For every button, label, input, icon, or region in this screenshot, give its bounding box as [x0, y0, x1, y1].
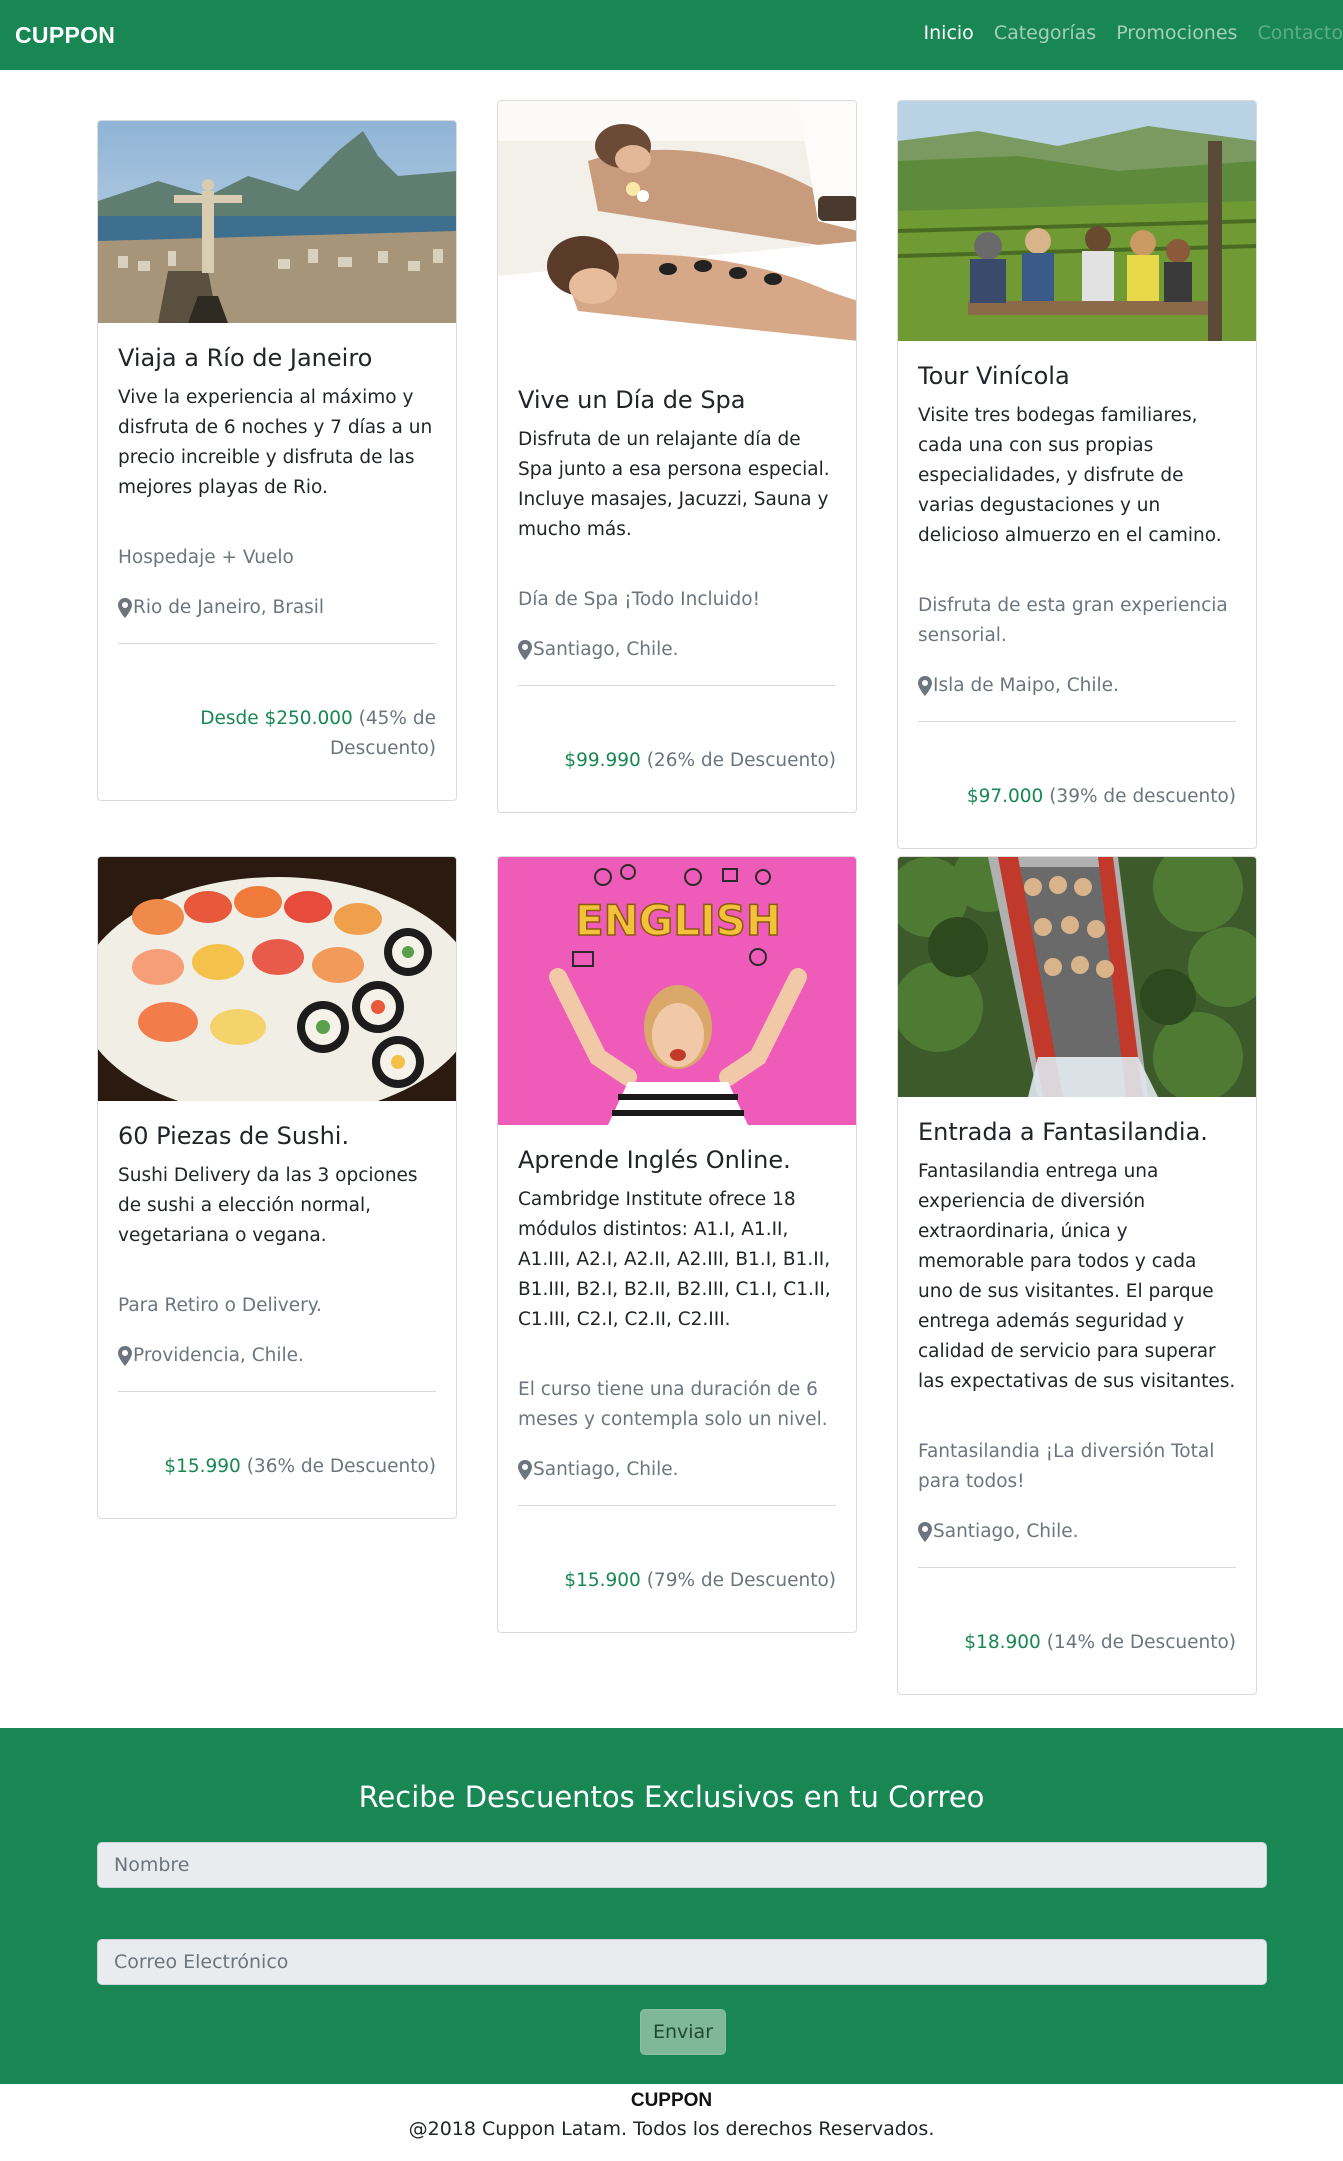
card-price: $18.900 (14% de Descuento) [918, 1568, 1236, 1694]
discount-text: (39% de descuento) [1049, 786, 1236, 807]
card-price: $97.000 (39% de descuento) [918, 722, 1236, 848]
price-value: $18.900 [964, 1632, 1041, 1653]
discount-text: (79% de Descuento) [646, 1570, 836, 1591]
card-subtitle: Día de Spa ¡Todo Incluido! [518, 589, 760, 610]
price-value: Desde $250.000 [200, 708, 353, 729]
card-price: $99.990 (26% de Descuento) [518, 686, 836, 812]
footer-copyright: @2018 Cuppon Latam. Todos los derechos R… [408, 2118, 935, 2140]
price-value: $15.900 [564, 1570, 641, 1591]
card-subtitle: Hospedaje + Vuelo [118, 547, 294, 568]
card-location: Santiago, Chile. [518, 635, 836, 665]
card-body: Vive un Día de Spa Disfruta de un relaja… [498, 365, 856, 812]
discount-text: (36% de Descuento) [246, 1456, 436, 1477]
price-value: $99.990 [564, 750, 641, 771]
card-location-text: Santiago, Chile. [933, 1521, 1079, 1542]
card-subtitle: El curso tiene una duración de 6 meses y… [518, 1379, 828, 1430]
card-description: Cambridge Institute ofrece 18 módulos di… [518, 1189, 831, 1330]
card-description: Fantasilandia entrega una experiencia de… [918, 1161, 1236, 1392]
card-description: Visite tres bodegas familiares, cada una… [918, 405, 1222, 546]
nav-link-inicio[interactable]: Inicio [924, 22, 974, 44]
card-location-text: Providencia, Chile. [133, 1345, 304, 1366]
card-description: Vive la experiencia al máximo y disfruta… [118, 387, 433, 498]
card-location: Rio de Janeiro, Brasil [118, 593, 436, 623]
brand-logo[interactable]: CUPPON [15, 22, 115, 49]
card-location: Santiago, Chile. [518, 1455, 836, 1485]
card-title: Vive un Día de Spa [518, 386, 746, 414]
card-title: Viaja a Río de Janeiro [118, 344, 373, 372]
price-value: $97.000 [966, 786, 1044, 807]
sushi-image [98, 857, 456, 1101]
map-pin-icon [918, 676, 932, 696]
send-button[interactable]: Enviar [640, 2009, 726, 2055]
nav-link-promociones[interactable]: Promociones [1116, 22, 1237, 44]
card-title: 60 Piezas de Sushi. [118, 1122, 350, 1150]
nav-link-categorias[interactable]: Categorías [994, 22, 1096, 44]
map-pin-icon [518, 640, 532, 660]
card-description: Disfruta de un relajante día de Spa junt… [518, 429, 830, 540]
discount-text: (14% de Descuento) [1046, 1632, 1236, 1653]
nav-links: Inicio Categorías Promociones Contacto [904, 22, 1343, 44]
name-input[interactable] [97, 1842, 1267, 1888]
english-image-text: ENGLISH [575, 896, 781, 945]
card-location-text: Santiago, Chile. [533, 639, 679, 660]
newsletter-title: Recibe Descuentos Exclusivos en tu Corre… [358, 1780, 985, 1814]
card-location-text: Isla de Maipo, Chile. [933, 675, 1119, 696]
deal-card-spa: Vive un Día de Spa Disfruta de un relaja… [497, 100, 857, 813]
card-price: $15.900 (79% de Descuento) [518, 1506, 836, 1632]
deal-card-english: ENGLISH Aprende Inglés Online. Cambridge… [497, 856, 857, 1633]
map-pin-icon [518, 1460, 532, 1480]
english-image: ENGLISH [498, 857, 856, 1125]
card-location-text: Rio de Janeiro, Brasil [133, 597, 325, 618]
card-location: Providencia, Chile. [118, 1341, 436, 1371]
newsletter-section: Recibe Descuentos Exclusivos en tu Corre… [0, 1728, 1343, 2084]
card-title: Tour Vinícola [918, 362, 1070, 390]
vineyard-image [898, 101, 1256, 341]
footer-brand: CUPPON [630, 2090, 713, 2111]
navbar: CUPPON Inicio Categorías Promociones Con… [0, 0, 1343, 70]
card-price: Desde $250.000 (45% de Descuento) [118, 644, 436, 800]
card-location-text: Santiago, Chile. [533, 1459, 679, 1480]
price-value: $15.990 [164, 1456, 241, 1477]
card-body: Tour Vinícola Visite tres bodegas famili… [898, 341, 1256, 848]
card-subtitle: Disfruta de esta gran experiencia sensor… [918, 595, 1228, 646]
card-title: Entrada a Fantasilandia. [918, 1118, 1208, 1146]
map-pin-icon [118, 1346, 132, 1366]
card-location: Isla de Maipo, Chile. [918, 671, 1236, 701]
rio-image [98, 121, 456, 323]
nav-link-contacto[interactable]: Contacto [1257, 22, 1343, 44]
card-price: $15.990 (36% de Descuento) [118, 1392, 436, 1518]
card-body: 60 Piezas de Sushi. Sushi Delivery da la… [98, 1101, 456, 1518]
spa-image [498, 101, 856, 365]
card-title: Aprende Inglés Online. [518, 1146, 791, 1174]
deal-card-rio: Viaja a Río de Janeiro Vive la experienc… [97, 120, 457, 801]
map-pin-icon [918, 1522, 932, 1542]
discount-text: (26% de Descuento) [646, 750, 836, 771]
email-input[interactable] [97, 1939, 1267, 1985]
card-location: Santiago, Chile. [918, 1517, 1236, 1547]
deal-card-fantasilandia: Entrada a Fantasilandia. Fantasilandia e… [897, 856, 1257, 1695]
card-body: Aprende Inglés Online. Cambridge Institu… [498, 1125, 856, 1632]
card-description: Sushi Delivery da las 3 opciones de sush… [118, 1165, 418, 1246]
card-subtitle: Fantasilandia ¡La diversión Total para t… [918, 1441, 1215, 1492]
map-pin-icon [118, 598, 132, 618]
deal-card-sushi: 60 Piezas de Sushi. Sushi Delivery da la… [97, 856, 457, 1519]
card-body: Entrada a Fantasilandia. Fantasilandia e… [898, 1097, 1256, 1694]
card-subtitle: Para Retiro o Delivery. [118, 1295, 322, 1316]
fantasilandia-image [898, 857, 1256, 1097]
deal-card-vinicola: Tour Vinícola Visite tres bodegas famili… [897, 100, 1257, 849]
card-body: Viaja a Río de Janeiro Vive la experienc… [98, 323, 456, 800]
